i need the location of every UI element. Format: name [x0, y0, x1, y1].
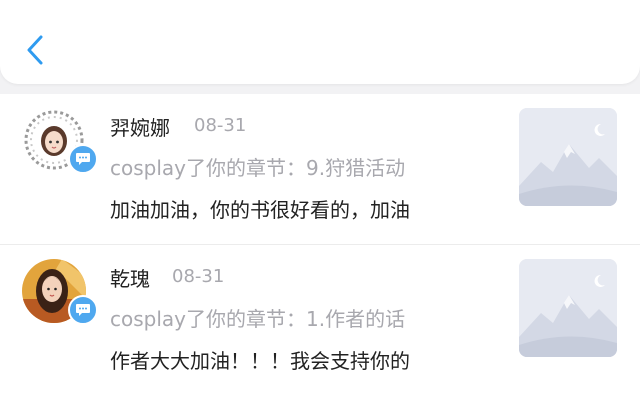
back-button[interactable]: [20, 32, 50, 68]
chevron-left-icon: [27, 35, 43, 65]
top-bar: [0, 0, 640, 84]
user-name[interactable]: 羿婉娜: [110, 112, 170, 141]
avatar[interactable]: [22, 108, 98, 174]
comment-action: cosplay了你的章节：1.作者的话: [110, 307, 406, 331]
comment-action: cosplay了你的章节：9.狩猎活动: [110, 156, 406, 180]
comment-content: 加油加油，你的书很好看的，加油: [110, 198, 410, 222]
user-name[interactable]: 乾瑰: [110, 263, 150, 292]
comment-date: 08-31: [172, 266, 225, 287]
comment-bubble-icon: [76, 153, 90, 165]
image-placeholder-icon: [519, 259, 617, 357]
comment-list: 羿婉娜 08-31 cosplay了你的章节：9.狩猎活动 加油加油，你的书很好…: [0, 94, 640, 410]
comment-bubble-icon: [76, 304, 90, 316]
comment-content: 作者大大加油！！！我会支持你的: [110, 349, 410, 373]
comment-date: 08-31: [194, 115, 247, 136]
image-placeholder-icon: [519, 108, 617, 206]
comment-badge: [68, 295, 98, 325]
chapter-thumbnail[interactable]: [519, 259, 617, 357]
comment-item[interactable]: 乾瑰 08-31 cosplay了你的章节：1.作者的话 作者大大加油！！！我会…: [0, 244, 640, 395]
comment-badge: [68, 144, 98, 174]
comment-item[interactable]: 羿婉娜 08-31 cosplay了你的章节：9.狩猎活动 加油加油，你的书很好…: [0, 94, 640, 244]
avatar[interactable]: [22, 259, 98, 325]
chapter-thumbnail[interactable]: [519, 108, 617, 206]
